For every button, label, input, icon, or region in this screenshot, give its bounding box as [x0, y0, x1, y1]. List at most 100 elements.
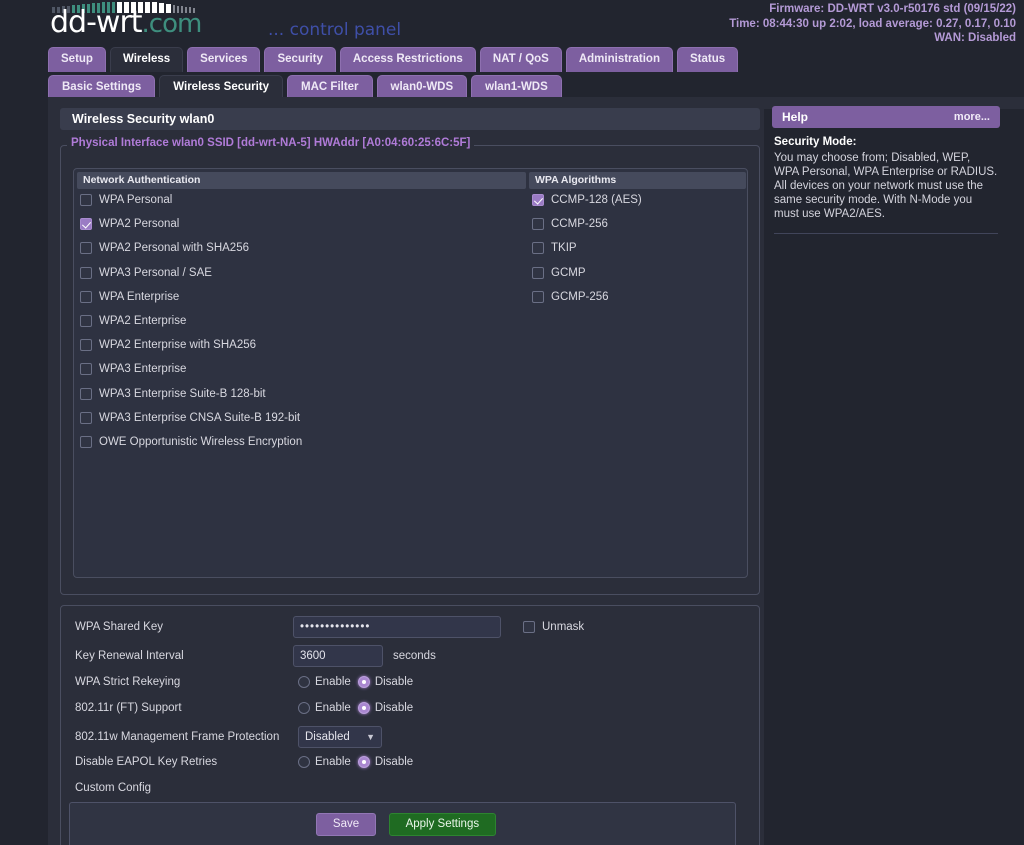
logo-domain-suffix: .com [141, 9, 203, 39]
help-section-title: Security Mode: [774, 136, 857, 148]
network-auth-checkbox[interactable] [80, 290, 92, 303]
nav-tab-setup[interactable]: Setup [48, 47, 106, 72]
nav-tab-nat-qos[interactable]: NAT / QoS [479, 47, 562, 72]
network-auth-item[interactable]: WPA2 Personal [80, 218, 179, 231]
nav-tab-access-restrictions[interactable]: Access Restrictions [339, 47, 476, 72]
wpa-algorithm-checkbox[interactable] [532, 194, 544, 206]
network-auth-checkbox[interactable] [80, 242, 92, 255]
network-auth-item[interactable]: WPA2 Personal with SHA256 [80, 242, 249, 255]
network-auth-checkbox[interactable] [80, 436, 92, 448]
ft-support-radio-group: Enable Disable [298, 702, 413, 714]
strict-rekeying-enable-label: Enable [315, 676, 351, 688]
key-renewal-label: Key Renewal Interval [75, 650, 184, 662]
logo-text: dd-wrt [50, 5, 143, 40]
eapol-retries-enable-label: Enable [315, 756, 351, 768]
help-more-link[interactable]: more... [954, 111, 990, 123]
network-auth-item[interactable]: OWE Opportunistic Wireless Encryption [80, 436, 302, 448]
wpa-algorithm-item[interactable]: GCMP-256 [532, 290, 609, 303]
help-section-text: You may choose from; Disabled, WEP, WPA … [774, 152, 998, 220]
wpa-algorithm-checkbox[interactable] [532, 218, 544, 231]
mfp-select-wrap: DisabledOptionalRequired ▼ [298, 726, 382, 748]
network-auth-item[interactable]: WPA2 Enterprise with SHA256 [80, 339, 256, 352]
network-auth-checkbox[interactable] [80, 339, 92, 352]
eapol-retries-disable[interactable]: Disable [357, 756, 414, 768]
apply-settings-button[interactable]: Apply Settings [388, 813, 497, 836]
radio-disable-icon[interactable] [357, 702, 370, 714]
network-auth-item[interactable]: WPA3 Enterprise CNSA Suite-B 192-bit [80, 411, 301, 424]
wpa-algorithm-checkbox[interactable] [532, 290, 544, 303]
wpa-algorithm-label: GCMP [551, 266, 586, 279]
network-auth-label: WPA3 Enterprise CNSA Suite-B 192-bit [99, 411, 301, 424]
wpa-algorithm-label: CCMP-128 (AES) [551, 194, 642, 206]
wpa-algorithm-checkbox[interactable] [532, 242, 544, 255]
nav-tab-security[interactable]: Security [264, 47, 336, 72]
wpa-algorithm-item[interactable]: GCMP [532, 266, 586, 279]
radio-enable-icon[interactable] [298, 702, 310, 714]
wpa-algorithm-item[interactable]: CCMP-128 (AES) [532, 194, 642, 206]
mfp-select[interactable]: DisabledOptionalRequired [298, 726, 382, 748]
strict-rekeying-disable-label: Disable [374, 676, 414, 688]
custom-config-row: Custom Config [75, 782, 151, 794]
save-button[interactable]: Save [315, 813, 377, 836]
network-auth-label: WPA3 Enterprise [99, 363, 187, 376]
unmask-checkbox[interactable] [523, 621, 535, 633]
network-auth-checkbox[interactable] [80, 266, 92, 279]
wpa-shared-key-row: WPA Shared Key Unmask [75, 616, 584, 638]
network-auth-label: WPA3 Enterprise Suite-B 128-bit [99, 387, 266, 400]
physical-interface-fieldset: Physical Interface wlan0 SSID [dd-wrt-NA… [60, 137, 760, 595]
help-title: Help [782, 110, 809, 124]
network-auth-checkbox[interactable] [80, 194, 92, 206]
nav-tab-services[interactable]: Services [187, 47, 261, 72]
network-auth-checkbox[interactable] [80, 315, 92, 327]
strict-rekeying-row: WPA Strict Rekeying Enable Disable [75, 676, 413, 688]
wpa-shared-key-label: WPA Shared Key [75, 621, 163, 633]
help-body: Security Mode: You may choose from; Disa… [772, 128, 1000, 234]
nav-tab-wireless[interactable]: Wireless [109, 47, 184, 72]
wpa-algorithm-label: GCMP-256 [551, 290, 609, 303]
network-auth-item[interactable]: WPA3 Enterprise Suite-B 128-bit [80, 387, 266, 400]
network-auth-item[interactable]: WPA Enterprise [80, 290, 179, 303]
unmask-label: Unmask [542, 621, 585, 633]
wpa-algorithm-item[interactable]: TKIP [532, 242, 577, 255]
ft-support-enable-label: Enable [315, 702, 351, 714]
nav-tab-status[interactable]: Status [676, 47, 739, 72]
firmware-version: Firmware: DD-WRT v3.0-r50176 std (09/15/… [769, 3, 1016, 15]
wpa-shared-key-input[interactable] [293, 616, 501, 638]
ft-support-enable[interactable]: Enable [298, 702, 351, 714]
radio-enable-icon[interactable] [298, 756, 310, 768]
key-renewal-input[interactable] [293, 645, 383, 667]
uptime-load: Time: 08:44:30 up 2:02, load average: 0.… [729, 17, 1016, 30]
help-panel: Help more... Security Mode: You may choo… [772, 106, 1000, 234]
radio-enable-icon[interactable] [298, 676, 310, 688]
wpa-algorithm-item[interactable]: CCMP-256 [532, 218, 608, 231]
primary-nav: Setup Wireless Services Security Access Rest… [48, 47, 739, 72]
network-auth-checkbox[interactable] [80, 218, 92, 231]
control-panel-label: ... control panel [268, 20, 402, 40]
network-auth-checkbox[interactable] [80, 387, 92, 400]
network-auth-checkbox[interactable] [80, 411, 92, 424]
physical-interface-legend: Physical Interface wlan0 SSID [dd-wrt-NA… [67, 137, 475, 149]
ft-support-disable-label: Disable [374, 702, 414, 714]
page-body: Wireless Security wlan0 Physical Interfa… [0, 97, 1024, 845]
help-header: Help more... [772, 106, 1000, 128]
network-auth-item[interactable]: WPA3 Personal / SAE [80, 266, 212, 279]
eapol-retries-disable-label: Disable [374, 756, 414, 768]
auth-algorithms-box: Network Authentication WPA Algorithms WP… [73, 168, 748, 578]
radio-disable-icon[interactable] [357, 676, 370, 688]
wpa-algorithm-checkbox[interactable] [532, 266, 544, 279]
strict-rekeying-enable[interactable]: Enable [298, 676, 351, 688]
eapol-retries-label: Disable EAPOL Key Retries [75, 756, 218, 768]
wan-status: WAN: Disabled [934, 32, 1016, 44]
network-auth-item[interactable]: WPA2 Enterprise [80, 315, 186, 327]
strict-rekeying-disable[interactable]: Disable [357, 676, 414, 688]
nav-tab-administration[interactable]: Administration [565, 47, 673, 72]
ft-support-disable[interactable]: Disable [357, 702, 414, 714]
network-auth-item[interactable]: WPA3 Enterprise [80, 363, 187, 376]
ft-support-label: 802.11r (FT) Support [75, 702, 182, 714]
unmask-checkbox-row[interactable]: Unmask [523, 621, 584, 633]
network-auth-checkbox[interactable] [80, 363, 92, 376]
eapol-retries-enable[interactable]: Enable [298, 756, 351, 768]
dd-wrt-logo: dd-wrt.com [50, 5, 203, 40]
network-auth-item[interactable]: WPA Personal [80, 194, 172, 206]
radio-disable-icon[interactable] [357, 756, 370, 768]
